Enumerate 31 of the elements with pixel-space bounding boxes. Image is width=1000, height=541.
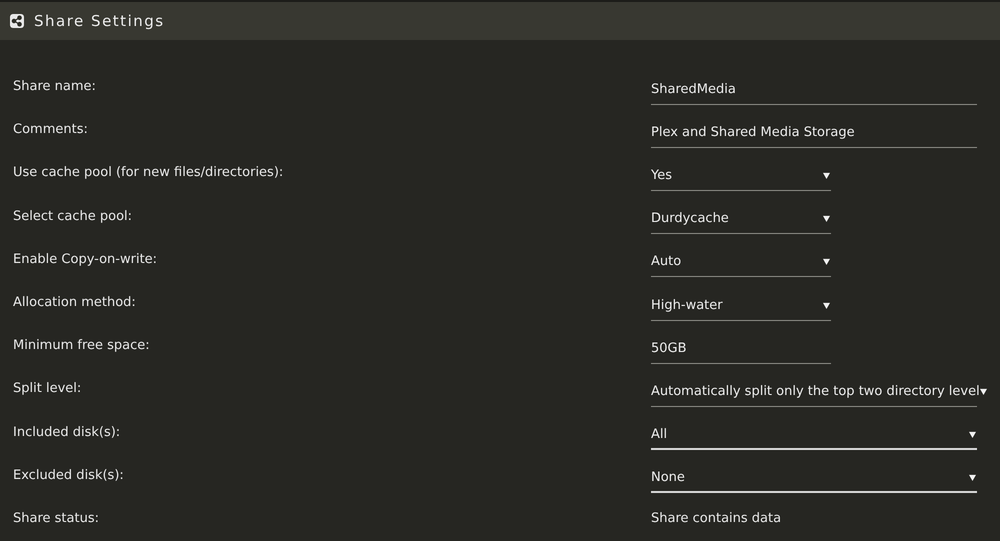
input-field[interactable]: SharedMedia xyxy=(651,74,977,105)
dropdown[interactable]: Auto xyxy=(651,247,831,278)
setting-label: Comments: xyxy=(13,122,89,138)
input-field[interactable]: 50GB xyxy=(651,334,831,364)
dropdown[interactable]: Yes xyxy=(651,160,831,191)
caret-icon xyxy=(823,302,830,309)
dropdown[interactable]: High-water xyxy=(651,290,831,321)
status-text: Share contains data xyxy=(651,510,782,526)
caret-icon xyxy=(980,388,987,395)
caret-icon xyxy=(823,215,830,222)
setting-label: Enable Copy-on-write: xyxy=(13,252,158,267)
input-field[interactable]: Plex and Shared Media Storage xyxy=(651,118,977,148)
dropdown[interactable]: All xyxy=(651,420,977,450)
share-icon xyxy=(10,14,24,28)
setting-label: Split level: xyxy=(13,381,82,396)
setting-label: Use cache pool (for new files/directories): xyxy=(13,165,284,180)
dropdown[interactable]: Durdycache xyxy=(651,204,831,234)
dropdown[interactable]: None xyxy=(651,463,977,494)
setting-label: Minimum free space: xyxy=(13,338,151,354)
window-title: Share Settings xyxy=(34,12,165,30)
setting-label: Select cache pool: xyxy=(13,208,134,224)
setting-label: Allocation method: xyxy=(13,295,137,310)
caret-icon xyxy=(969,474,976,481)
caret-icon xyxy=(969,430,976,438)
setting-label: Included disk(s): xyxy=(13,424,122,440)
setting-label: Excluded disk(s): xyxy=(13,468,125,483)
dropdown[interactable]: Automatically split only the top two directory level xyxy=(651,376,977,407)
caret-icon xyxy=(823,172,830,179)
caret-icon xyxy=(823,258,830,266)
setting-label: Share status: xyxy=(13,510,100,526)
setting-label: Share name: xyxy=(13,79,97,94)
